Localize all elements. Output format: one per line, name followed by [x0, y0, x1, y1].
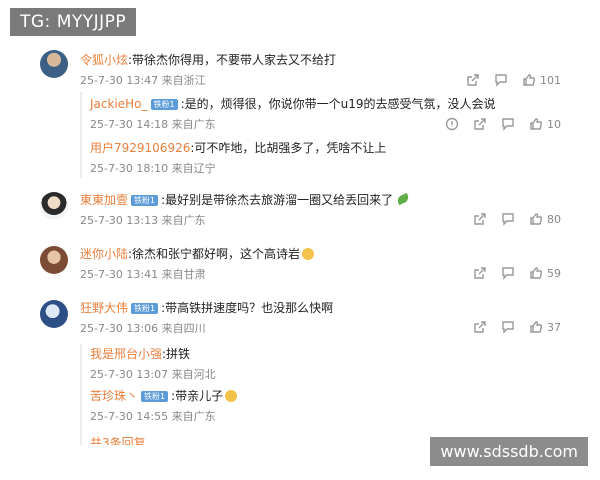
fan-badge: 铁粉1 [141, 391, 169, 402]
like-icon [530, 267, 543, 279]
reply-location: 来自辽宁 [171, 162, 216, 175]
like-icon [530, 321, 543, 333]
comment-actions: 101 [466, 73, 561, 87]
comment-item: 迷你小陆:徐杰和张宁都好啊，这个高诗岩 25-7-30 13:41 来自甘肃 5… [30, 242, 575, 288]
comment-actions: 80 [473, 212, 561, 226]
emoji-icon [225, 390, 238, 402]
watermark-top: TG: MYYJJPP [10, 8, 137, 36]
username[interactable]: 用户7929106926 [90, 141, 190, 155]
like-count: 59 [547, 266, 561, 280]
comment-icon[interactable] [501, 266, 515, 280]
comment-location: 来自四川 [161, 322, 206, 335]
like-button[interactable]: 10 [529, 117, 561, 131]
reply-actions: 10 [445, 117, 561, 131]
like-button[interactable]: 80 [529, 212, 561, 226]
reply-date: 25-7-30 18:10 [90, 162, 169, 175]
fan-badge: 铁粉1 [131, 303, 159, 314]
reply-location: 来自广东 [171, 410, 216, 423]
comment-item: 東東加壹 铁粉1:最好别是带徐杰去旅游溜一圈又给丢回来了 25-7-30 13:1… [30, 188, 575, 234]
like-button[interactable]: 37 [529, 320, 561, 334]
report-icon[interactable] [445, 117, 459, 131]
comment-item: 狂野大伟 铁粉1:带高铁拼速度吗？也没那么快啊 25-7-30 13:06 来自四… [30, 296, 575, 342]
reply-list: JackieHo_ 铁粉1:是的，烦得很，你说你带一个u19的去感受气氛，没人会说… [80, 92, 575, 178]
reply-date: 25-7-30 14:55 [90, 410, 169, 423]
comment-date: 25-7-30 13:13 [80, 214, 159, 227]
comment-list: 令狐小炫:带徐杰你得用，不要带人家去又不给打 25-7-30 13:47 来自浙… [30, 30, 575, 445]
avatar[interactable] [40, 246, 68, 274]
comment-date: 25-7-30 13:47 [80, 74, 159, 87]
reply-item: JackieHo_ 铁粉1:是的，烦得很，你说你带一个u19的去感受气氛，没人会说… [90, 96, 575, 134]
share-icon[interactable] [473, 266, 487, 280]
avatar[interactable] [40, 192, 68, 220]
username[interactable]: 我是邢台小强 [90, 347, 162, 361]
comment-icon[interactable] [501, 320, 515, 334]
username[interactable]: JackieHo_ [90, 97, 148, 111]
comment-item: 令狐小炫:带徐杰你得用，不要带人家去又不给打 25-7-30 13:47 来自浙… [30, 46, 575, 92]
leaf-emoji-icon [396, 192, 411, 206]
comment-icon[interactable] [501, 212, 515, 226]
reply-text: :是的，烦得很，你说你带一个u19的去感受气氛，没人会说 [180, 97, 496, 111]
like-icon [530, 118, 543, 130]
username[interactable]: 東東加壹 [80, 193, 128, 207]
avatar[interactable] [40, 300, 68, 328]
like-icon [530, 213, 543, 225]
fan-badge: 铁粉1 [150, 99, 178, 110]
reply-text: :可不咋地，比胡强多了，凭啥不让上 [190, 141, 387, 155]
comment-icon[interactable] [501, 117, 515, 131]
comment-actions: 59 [473, 266, 561, 280]
comment-text: :带高铁拼速度吗？也没那么快啊 [161, 301, 334, 315]
comment-date: 25-7-30 13:41 [80, 268, 159, 281]
username[interactable]: 苦珍珠丶 [90, 389, 138, 403]
comment-icon[interactable] [494, 73, 508, 87]
share-icon[interactable] [466, 73, 480, 87]
watermark-bottom: www.sdssdb.com [430, 437, 588, 466]
avatar[interactable] [40, 50, 68, 78]
reply-item: 用户7929106926:可不咋地，比胡强多了，凭啥不让上 25-7-30 18… [90, 140, 575, 178]
fan-badge: 铁粉1 [131, 195, 159, 206]
more-replies-label: 共3条回复 [90, 436, 146, 445]
comment-line: 令狐小炫:带徐杰你得用，不要带人家去又不给打 [80, 52, 575, 68]
reply-date: 25-7-30 13:07 [90, 368, 169, 381]
comment-date: 25-7-30 13:06 [80, 322, 159, 335]
like-count: 37 [547, 320, 561, 334]
like-button[interactable]: 59 [529, 266, 561, 280]
share-icon[interactable] [473, 320, 487, 334]
like-button[interactable]: 101 [522, 73, 561, 87]
like-count: 101 [540, 73, 561, 87]
comment-actions: 37 [473, 320, 561, 334]
share-icon[interactable] [473, 212, 487, 226]
comment-location: 来自广东 [161, 214, 206, 227]
comment-text: :徐杰和张宁都好啊，这个高诗岩 [128, 247, 301, 261]
username[interactable]: 迷你小陆 [80, 247, 128, 261]
reply-item: 我是邢台小强:拼铁 25-7-30 13:07 来自河北 [90, 346, 575, 384]
like-icon [523, 74, 536, 86]
share-icon[interactable] [473, 117, 487, 131]
username[interactable]: 令狐小炫 [80, 53, 128, 67]
reply-text: :带亲儿子 [171, 389, 224, 403]
reply-location: 来自河北 [171, 368, 216, 381]
username[interactable]: 狂野大伟 [80, 301, 128, 315]
emoji-icon [302, 248, 315, 260]
reply-item: 苦珍珠丶 铁粉1:带亲儿子 25-7-30 14:55 来自广东 [90, 388, 575, 426]
reply-text: :拼铁 [162, 347, 191, 361]
comment-location: 来自浙江 [161, 74, 206, 87]
comment-location: 来自甘肃 [161, 268, 206, 281]
comment-text: :带徐杰你得用，不要带人家去又不给打 [128, 53, 337, 67]
reply-list: 我是邢台小强:拼铁 25-7-30 13:07 来自河北 苦珍珠丶 铁粉1:带亲儿… [80, 344, 575, 445]
like-count: 80 [547, 212, 561, 226]
reply-location: 来自广东 [171, 118, 216, 131]
comment-text: :最好别是带徐杰去旅游溜一圈又给丢回来了 [161, 193, 394, 207]
reply-date: 25-7-30 14:18 [90, 118, 169, 131]
like-count: 10 [547, 117, 561, 131]
